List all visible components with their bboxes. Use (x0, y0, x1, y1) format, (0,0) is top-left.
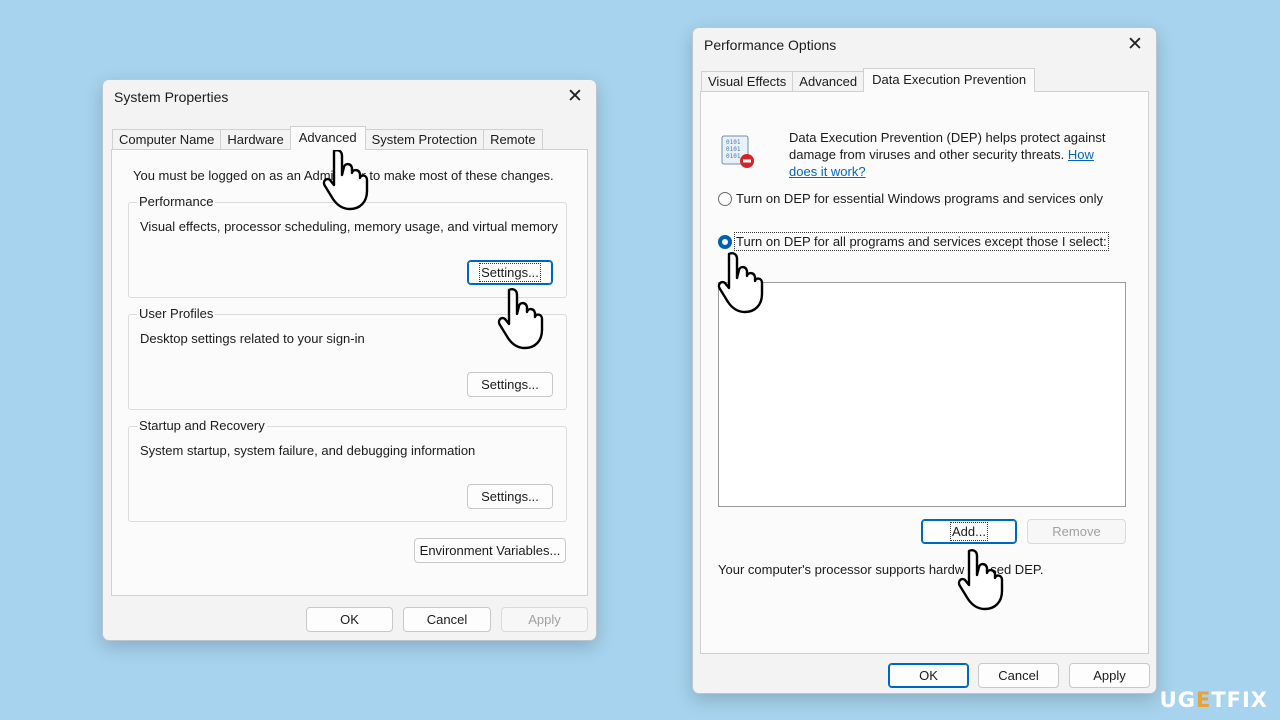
apply-button[interactable]: Apply (501, 607, 588, 632)
dep-description-line2: damage from viruses and other security t… (789, 147, 1094, 162)
radio-all-label[interactable]: Turn on DEP for all programs and service… (734, 232, 1109, 251)
pointer-hand-icon (497, 288, 544, 350)
startup-recovery-label: Startup and Recovery (137, 418, 267, 434)
tab-strip: Visual Effects Advanced Data Execution P… (701, 68, 1036, 92)
title-bar: Performance Options ✕ (693, 28, 1156, 62)
how-it-works-link-cont[interactable]: does it work? (789, 164, 866, 179)
tab-computer-name[interactable]: Computer Name (112, 129, 222, 150)
environment-variables-button[interactable]: Environment Variables... (414, 538, 566, 563)
dialog-title: Performance Options (704, 37, 837, 53)
dep-shield-icon: 0101 0101 0101 (721, 135, 754, 168)
radio-essential-label[interactable]: Turn on DEP for essential Windows progra… (736, 191, 1103, 206)
how-it-works-link[interactable]: How (1068, 147, 1094, 162)
ok-button[interactable]: OK (306, 607, 393, 632)
add-button[interactable]: Add... (921, 519, 1017, 544)
apply-button[interactable]: Apply (1069, 663, 1150, 688)
pointer-hand-icon (717, 252, 764, 314)
pointer-hand-icon (957, 549, 1004, 611)
tab-system-protection[interactable]: System Protection (364, 129, 485, 150)
dep-panel: 0101 0101 0101 Data Execution Prevention… (700, 91, 1149, 654)
close-icon[interactable]: ✕ (1122, 32, 1148, 58)
tab-remote[interactable]: Remote (483, 129, 543, 150)
title-bar: System Properties ✕ (103, 80, 596, 114)
svg-text:0101: 0101 (726, 153, 741, 160)
performance-desc: Visual effects, processor scheduling, me… (140, 219, 558, 234)
tab-visual-effects[interactable]: Visual Effects (701, 71, 794, 92)
radio-all-programs[interactable] (718, 235, 732, 249)
svg-text:0101: 0101 (726, 139, 741, 146)
tab-data-execution-prevention[interactable]: Data Execution Prevention (863, 68, 1036, 92)
svg-text:0101: 0101 (726, 146, 741, 153)
close-icon[interactable]: ✕ (562, 84, 588, 110)
startup-recovery-settings-button[interactable]: Settings... (467, 484, 553, 509)
radio-essential-only[interactable] (718, 192, 732, 206)
ok-button[interactable]: OK (888, 663, 969, 688)
startup-recovery-group: Startup and Recovery System startup, sys… (128, 418, 567, 522)
cancel-button[interactable]: Cancel (403, 607, 491, 632)
tab-strip: Computer Name Hardware Advanced System P… (112, 126, 543, 150)
advanced-panel: You must be logged on as an Admi r to mak… (111, 149, 588, 596)
tab-advanced[interactable]: Advanced (792, 71, 865, 92)
dialog-title: System Properties (114, 89, 229, 105)
user-profiles-label: User Profiles (137, 306, 216, 322)
pointer-hand-icon (322, 149, 369, 211)
performance-options-dialog: Performance Options ✕ Visual Effects Adv… (692, 27, 1157, 694)
user-profiles-settings-button[interactable]: Settings... (467, 372, 553, 397)
remove-button[interactable]: Remove (1027, 519, 1126, 544)
tab-hardware[interactable]: Hardware (220, 129, 291, 150)
tab-advanced[interactable]: Advanced (289, 126, 366, 150)
startup-recovery-desc: System startup, system failure, and debu… (140, 443, 476, 458)
performance-group: Performance Visual effects, processor sc… (128, 194, 567, 298)
cancel-button[interactable]: Cancel (978, 663, 1059, 688)
excluded-programs-list[interactable] (718, 282, 1126, 507)
user-profiles-desc: Desktop settings related to your sign-in (140, 331, 365, 346)
performance-settings-button[interactable]: Settings... (467, 260, 553, 285)
dep-description-line1: Data Execution Prevention (DEP) helps pr… (789, 130, 1106, 145)
performance-label: Performance (137, 194, 216, 210)
watermark-logo: UGETFIX (1159, 688, 1268, 712)
